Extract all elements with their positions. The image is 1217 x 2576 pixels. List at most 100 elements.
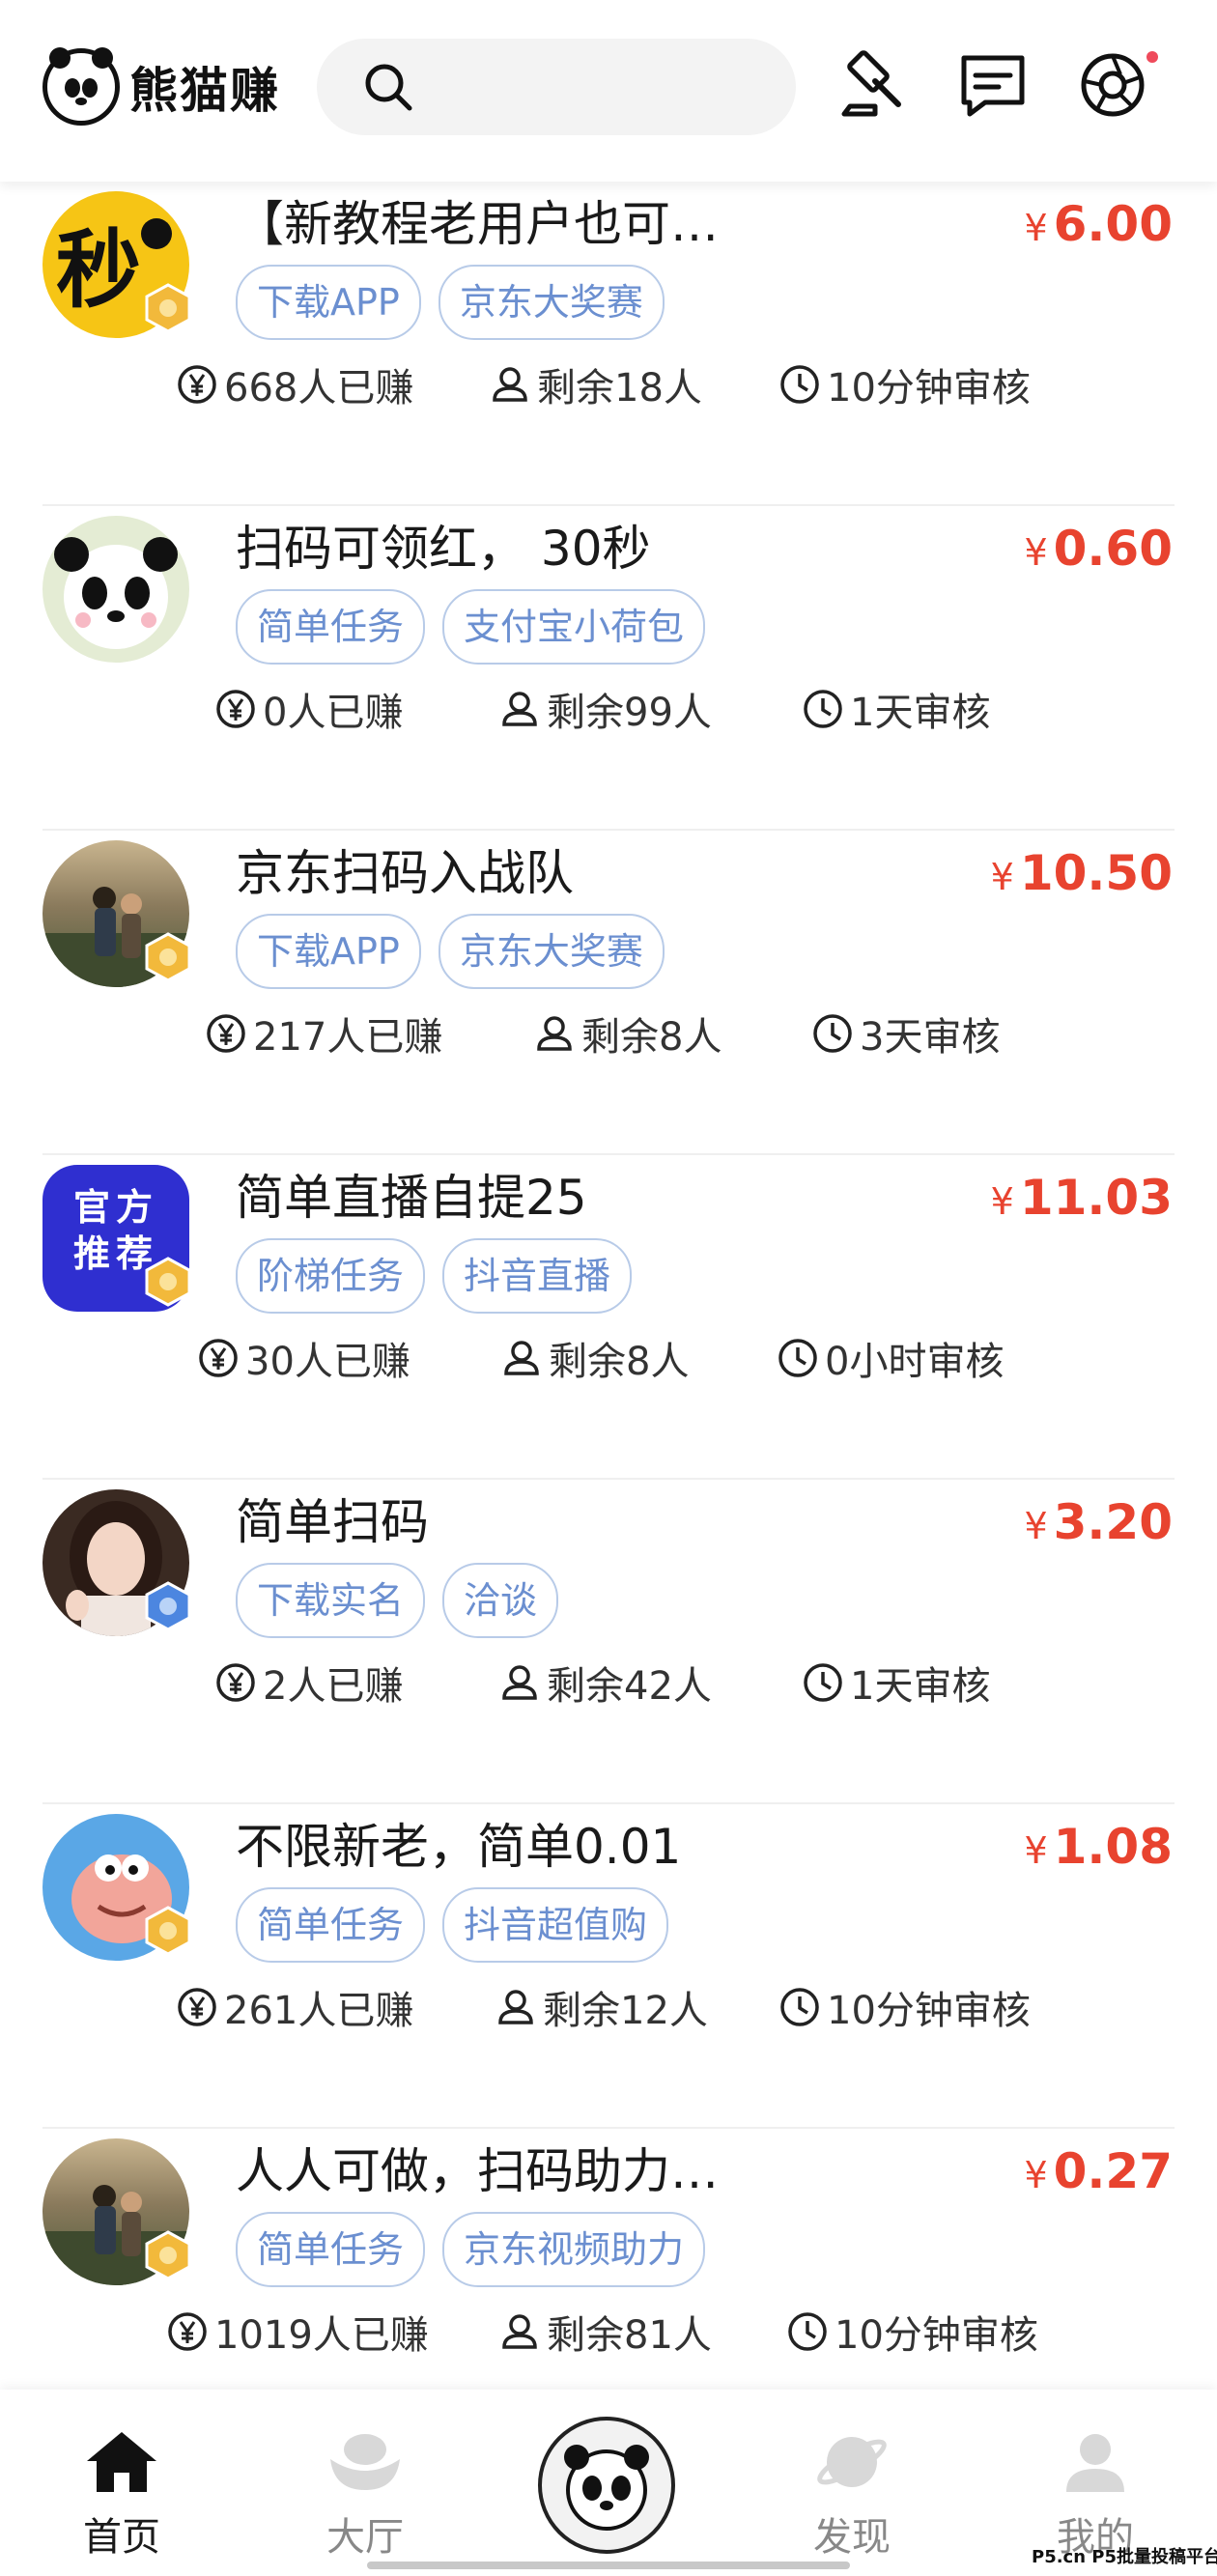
clock-icon bbox=[778, 1339, 817, 1377]
earned-count: 1019人已赚 bbox=[166, 2305, 429, 2359]
task-tags: 阶梯任务 抖音直播 bbox=[236, 1238, 633, 1314]
message-icon[interactable] bbox=[956, 48, 1030, 122]
nav-label: 大厅 bbox=[326, 2515, 404, 2560]
yen-coin-icon bbox=[216, 690, 255, 728]
camera-shutter-icon[interactable] bbox=[1076, 48, 1149, 122]
avatar-text-line: 官方 bbox=[72, 1186, 158, 1229]
task-tag: 简单任务 bbox=[236, 2212, 426, 2287]
clock-icon bbox=[804, 690, 842, 728]
nav-mine[interactable]: 我的 bbox=[1037, 2430, 1153, 2562]
task-tags: 下载APP 京东大奖赛 bbox=[236, 265, 665, 340]
earned-count: 261人已赚 bbox=[176, 1980, 413, 2034]
task-tag: 支付宝小荷包 bbox=[442, 589, 706, 665]
task-meta: 1019人已赚 剩余81人 10分钟审核 bbox=[0, 2305, 1217, 2359]
nav-panda-center[interactable] bbox=[538, 2417, 675, 2554]
task-tag: 京东大奖赛 bbox=[438, 265, 665, 340]
clock-icon bbox=[804, 1663, 842, 1702]
task-title: 京东扫码入战队 bbox=[236, 845, 574, 901]
nav-home[interactable]: 首页 bbox=[64, 2430, 180, 2562]
user-icon bbox=[1066, 2434, 1124, 2492]
task-title: 简单扫码 bbox=[236, 1494, 429, 1550]
clock-icon bbox=[780, 365, 819, 404]
level-badge-icon bbox=[145, 2230, 191, 2280]
level-badge-icon bbox=[145, 932, 191, 982]
level-badge-icon bbox=[145, 1257, 191, 1307]
app-name: 熊猫赚 bbox=[129, 63, 280, 119]
ingot-icon bbox=[330, 2434, 400, 2490]
top-header: 熊猫赚 bbox=[0, 0, 1217, 182]
remaining-count: 剩余18人 bbox=[489, 357, 702, 411]
nav-hall[interactable]: 大厅 bbox=[307, 2430, 423, 2562]
task-card[interactable]: 官方 推荐 简单直播自提25 ¥11.03 阶梯任务 抖音直播 30人已赚 剩余… bbox=[0, 1155, 1217, 1480]
task-list: 秒 【新教程老用户也可以... ¥6.00 下载APP 京东大奖赛 668人已赚… bbox=[0, 182, 1217, 2453]
person-icon bbox=[502, 2314, 537, 2349]
task-tag: 阶梯任务 bbox=[236, 1238, 426, 1314]
earned-count: 217人已赚 bbox=[205, 1006, 442, 1061]
app-logo[interactable]: 熊猫赚 bbox=[42, 47, 280, 126]
yen-coin-icon bbox=[207, 1014, 245, 1053]
task-card[interactable]: 京东扫码入战队 ¥10.50 下载APP 京东大奖赛 217人已赚 剩余8人 3… bbox=[0, 831, 1217, 1155]
earned-count: 30人已赚 bbox=[197, 1331, 410, 1385]
clock-icon bbox=[788, 2312, 827, 2351]
task-tag: 简单任务 bbox=[236, 1887, 426, 1963]
task-title: 不限新老，简单0.01 bbox=[236, 1819, 682, 1875]
task-tag: 洽谈 bbox=[442, 1563, 559, 1638]
remaining-count: 剩余81人 bbox=[498, 2305, 712, 2359]
yen-coin-icon bbox=[178, 365, 216, 404]
yen-coin-icon bbox=[199, 1339, 238, 1377]
task-price: ¥10.50 bbox=[990, 845, 1173, 901]
task-card[interactable]: 秒 【新教程老用户也可以... ¥6.00 下载APP 京东大奖赛 668人已赚… bbox=[0, 182, 1217, 506]
task-tags: 下载实名 洽谈 bbox=[236, 1563, 559, 1638]
person-icon bbox=[502, 1665, 537, 1700]
task-card[interactable]: 不限新老，简单0.01 ¥1.08 简单任务 抖音超值购 261人已赚 剩余12… bbox=[0, 1804, 1217, 2129]
task-meta: 0人已赚 剩余99人 1天审核 bbox=[0, 682, 1217, 736]
search-bar[interactable] bbox=[317, 39, 796, 135]
panda-logo-icon bbox=[42, 47, 120, 126]
task-tags: 简单任务 京东视频助力 bbox=[236, 2212, 706, 2287]
task-price: ¥6.00 bbox=[1024, 196, 1173, 252]
task-meta: 30人已赚 剩余8人 0小时审核 bbox=[0, 1331, 1217, 1385]
task-meta: 668人已赚 剩余18人 10分钟审核 bbox=[0, 357, 1217, 411]
nav-discover[interactable]: 发现 bbox=[794, 2430, 910, 2562]
review-time: 10分钟审核 bbox=[786, 2305, 1038, 2359]
person-icon bbox=[537, 1016, 572, 1051]
review-time: 10分钟审核 bbox=[778, 1980, 1031, 2034]
panda-icon bbox=[564, 2445, 649, 2531]
level-badge-icon bbox=[145, 283, 191, 333]
task-title: 扫码可领红， 30秒 bbox=[236, 521, 651, 577]
task-tag: 京东大奖赛 bbox=[438, 914, 665, 989]
clock-icon bbox=[780, 1988, 819, 2026]
nav-label: 首页 bbox=[83, 2515, 160, 2560]
level-badge-icon bbox=[145, 1906, 191, 1956]
remaining-count: 剩余42人 bbox=[498, 1656, 712, 1710]
remaining-count: 剩余8人 bbox=[500, 1331, 689, 1385]
task-price: ¥3.20 bbox=[1024, 1494, 1173, 1550]
auction-hammer-icon[interactable] bbox=[836, 48, 910, 122]
notification-dot bbox=[1146, 51, 1158, 63]
task-tag: 下载APP bbox=[236, 265, 421, 340]
yen-coin-icon bbox=[178, 1988, 216, 2026]
person-icon bbox=[504, 1341, 539, 1375]
task-price: ¥11.03 bbox=[990, 1170, 1173, 1226]
remaining-count: 剩余12人 bbox=[495, 1980, 708, 2034]
svg-text:秒: 秒 bbox=[56, 220, 141, 320]
task-title: 人人可做，扫码助力即可 bbox=[236, 2143, 738, 2199]
clock-icon bbox=[813, 1014, 852, 1053]
earned-count: 668人已赚 bbox=[176, 357, 413, 411]
task-card[interactable]: 扫码可领红， 30秒 ¥0.60 简单任务 支付宝小荷包 0人已赚 剩余99人 … bbox=[0, 506, 1217, 831]
review-time: 3天审核 bbox=[811, 1006, 1000, 1061]
nav-label: 发现 bbox=[813, 2515, 891, 2560]
task-avatar bbox=[42, 516, 189, 663]
remaining-count: 剩余8人 bbox=[533, 1006, 722, 1061]
task-tag: 简单任务 bbox=[236, 589, 426, 665]
task-price: ¥1.08 bbox=[1024, 1819, 1173, 1875]
task-tags: 简单任务 抖音超值购 bbox=[236, 1887, 669, 1963]
task-price: ¥0.60 bbox=[1024, 521, 1173, 577]
yen-coin-icon bbox=[168, 2312, 207, 2351]
search-icon bbox=[365, 64, 412, 111]
planet-icon bbox=[817, 2437, 887, 2487]
task-card[interactable]: 简单扫码 ¥3.20 下载实名 洽谈 2人已赚 剩余42人 1天审核 bbox=[0, 1480, 1217, 1804]
task-tag: 抖音超值购 bbox=[442, 1887, 669, 1963]
task-price: ¥0.27 bbox=[1024, 2143, 1173, 2199]
person-icon bbox=[493, 367, 527, 402]
